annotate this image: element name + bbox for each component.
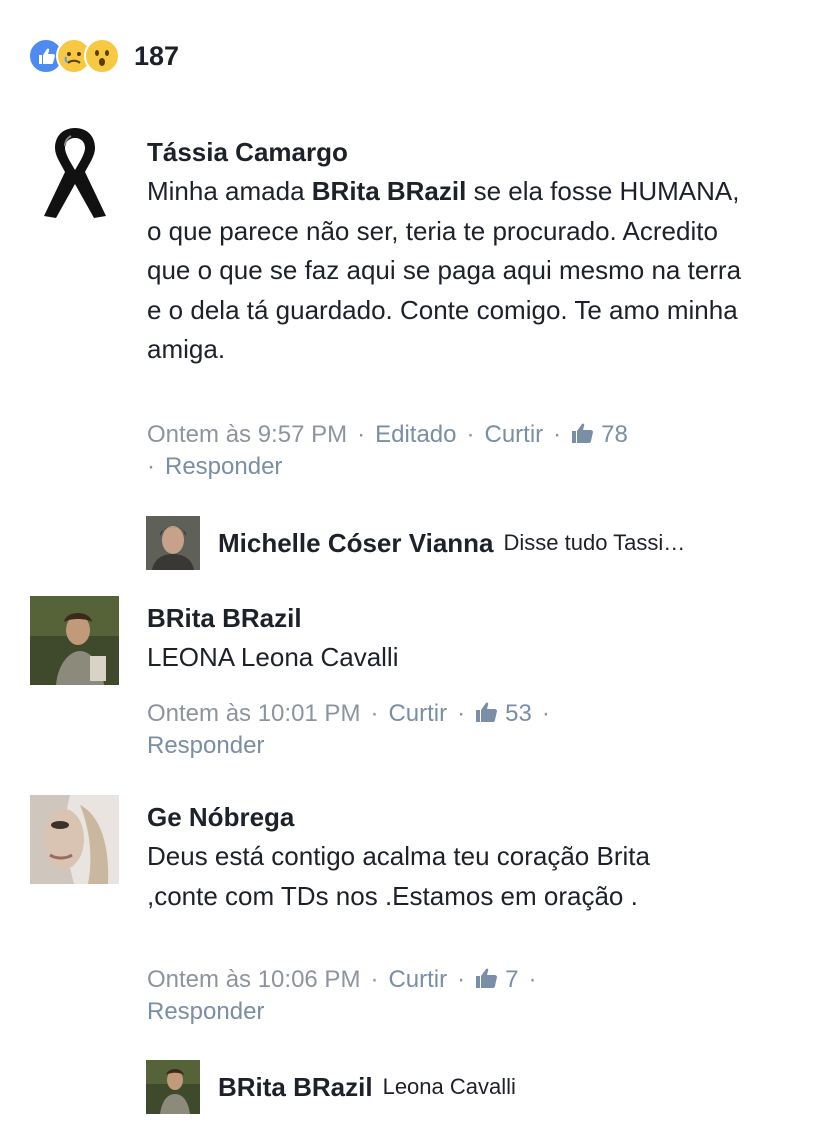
thumbs-up-icon: [476, 968, 498, 988]
reply-text: Disse tudo Tassi…: [503, 530, 686, 555]
reaction-count: 187: [134, 40, 180, 71]
reply-author[interactable]: Michelle Cóser Vianna: [218, 528, 494, 559]
reply-author[interactable]: BRita BRazil: [218, 1072, 373, 1103]
comment-author[interactable]: Ge Nóbrega: [147, 802, 294, 833]
comment-author[interactable]: Tássia Camargo: [147, 137, 348, 168]
wow-icon: [84, 38, 120, 74]
avatar[interactable]: [30, 596, 119, 685]
reply-button[interactable]: Responder: [147, 998, 264, 1025]
timestamp[interactable]: Ontem às 9:57 PM: [147, 421, 347, 448]
thumbs-up-icon: [476, 702, 498, 722]
comment-meta: Ontem às 10:01 PM · Curtir · 53 ·: [147, 700, 550, 727]
black-ribbon-icon: [44, 128, 106, 218]
edited-label[interactable]: Editado: [375, 421, 456, 448]
like-button[interactable]: Curtir: [388, 966, 447, 993]
reply-preview[interactable]: Michelle Cóser Vianna Disse tudo Tassi…: [146, 516, 685, 570]
timestamp[interactable]: Ontem às 10:01 PM: [147, 700, 360, 727]
avatar[interactable]: [30, 795, 119, 884]
reply-text: Leona Cavalli: [382, 1074, 516, 1099]
like-count[interactable]: 53: [475, 700, 532, 727]
thumbs-up-icon: [572, 423, 594, 443]
comment-author[interactable]: BRita BRazil: [147, 603, 302, 634]
comment-text: LEONA Leona Cavalli: [147, 642, 399, 672]
like-count[interactable]: 78: [571, 421, 628, 448]
reply-button[interactable]: Responder: [147, 732, 264, 759]
reply-preview[interactable]: BRita BRazil Leona Cavalli: [146, 1060, 516, 1114]
like-button[interactable]: Curtir: [485, 421, 544, 448]
avatar[interactable]: [146, 1060, 200, 1114]
timestamp[interactable]: Ontem às 10:06 PM: [147, 966, 360, 993]
comment-text: Minha amada BRita BRazil se ela fosse HU…: [147, 176, 742, 364]
comment-meta: Ontem às 10:06 PM · Curtir · 7 ·: [147, 966, 537, 993]
like-button[interactable]: Curtir: [388, 700, 447, 727]
avatar[interactable]: [38, 126, 112, 220]
reactions-summary[interactable]: 187: [28, 38, 179, 74]
comment-meta-line2: Responder: [147, 730, 264, 762]
avatar[interactable]: [146, 516, 200, 570]
comment-meta: Ontem às 9:57 PM · Editado · Curtir · 78: [147, 421, 628, 448]
comment-text: Deus está contigo acalma teu coração Bri…: [147, 841, 650, 911]
comment-meta-line2: · Responder: [147, 453, 283, 480]
reply-button[interactable]: Responder: [165, 453, 282, 480]
comment-meta-line2: Responder: [147, 996, 264, 1028]
like-count[interactable]: 7: [475, 966, 518, 993]
mention-link[interactable]: BRita BRazil: [312, 176, 467, 206]
